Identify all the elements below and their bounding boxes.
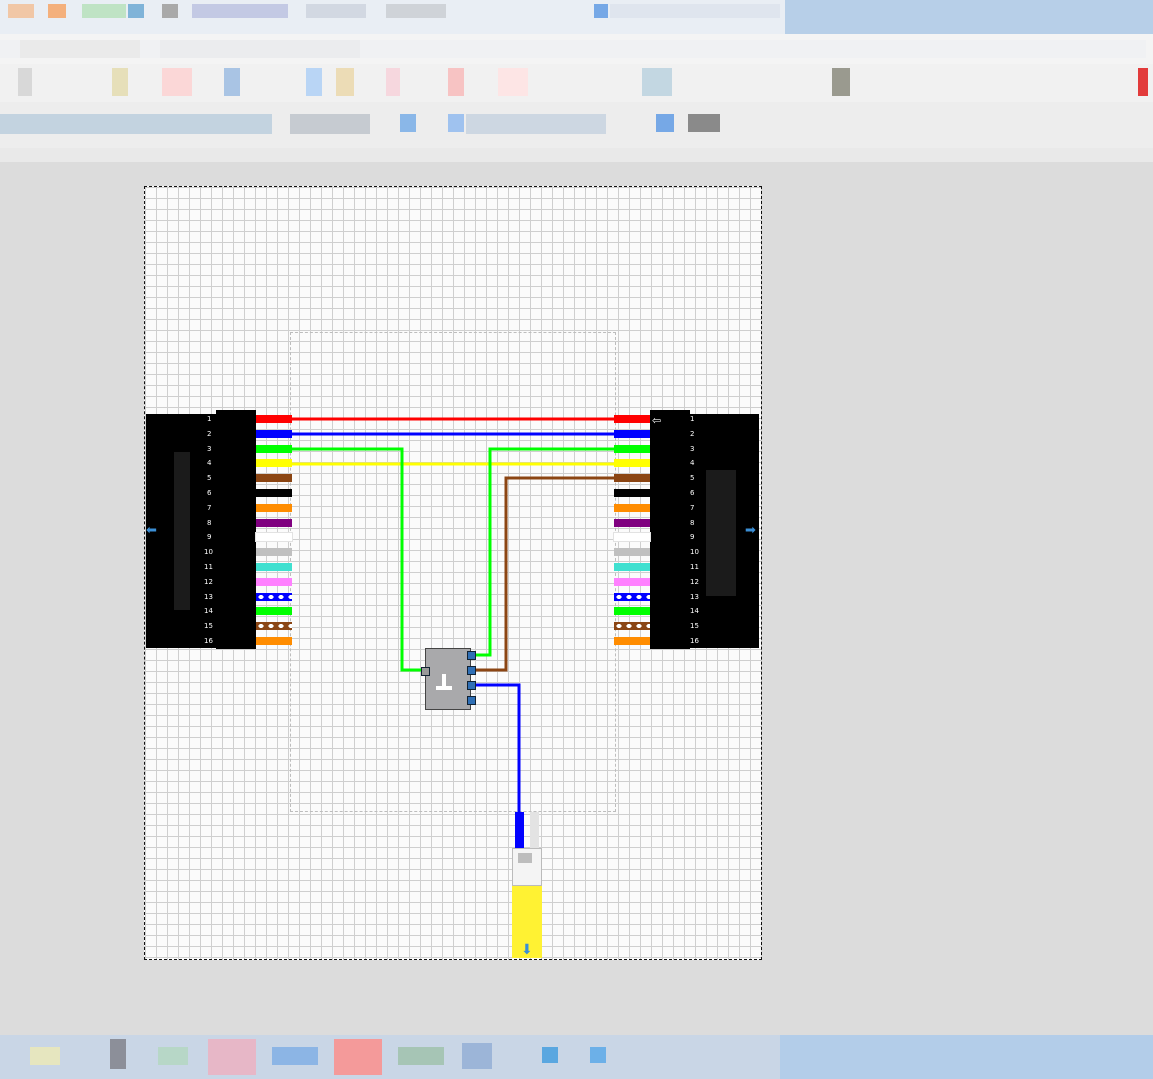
arrow-down-icon[interactable]: ⬇ [521, 943, 533, 957]
wire-green-right[interactable] [470, 447, 614, 657]
lamp-terminal-2[interactable] [530, 812, 539, 848]
splice-icon-base [436, 686, 452, 690]
splice-port-4[interactable] [467, 696, 476, 705]
lamp-head[interactable] [512, 848, 542, 886]
wire-blue-lamp[interactable] [470, 683, 521, 812]
wire-green-left[interactable] [290, 447, 427, 672]
wires-layer [290, 417, 614, 812]
status-bar [0, 1035, 1153, 1079]
splice-port-2[interactable] [467, 666, 476, 675]
splice-port-1[interactable] [467, 651, 476, 660]
splice-port-3[interactable] [467, 681, 476, 690]
splice-component[interactable] [425, 648, 471, 710]
wire-brown[interactable] [470, 476, 614, 672]
splice-port-left[interactable] [421, 667, 430, 676]
lamp-icon [518, 853, 532, 863]
lamp-terminal-1[interactable] [515, 812, 524, 848]
